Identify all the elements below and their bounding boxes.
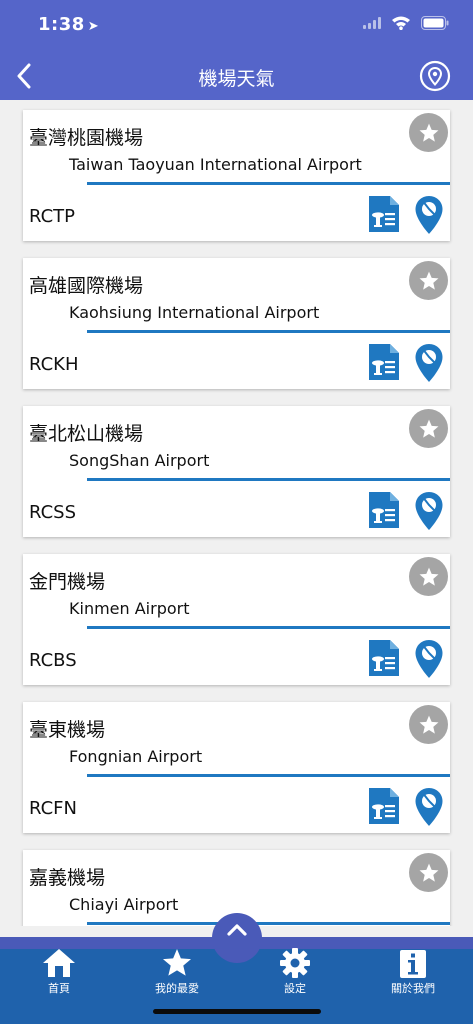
airport-english-name: Kaohsiung International Airport	[69, 303, 320, 322]
star-icon	[419, 271, 438, 290]
favorite-button[interactable]	[409, 113, 448, 152]
weather-report-button[interactable]	[368, 491, 400, 529]
status-bar: 1:38 ➤	[0, 0, 473, 50]
tab-about[interactable]: 關於我們	[363, 945, 463, 1005]
airport-code: RCTP	[29, 206, 76, 227]
weather-report-button[interactable]	[368, 787, 400, 825]
airport-code: RCSS	[29, 502, 77, 523]
airport-name: 高雄國際機場	[29, 275, 144, 297]
map-location-button[interactable]	[414, 195, 444, 235]
star-icon	[419, 419, 438, 438]
map-location-button[interactable]	[414, 787, 444, 827]
divider	[87, 626, 450, 629]
report-document-icon	[369, 492, 399, 528]
gear-icon	[279, 945, 311, 979]
location-arrow-icon: ➤	[87, 19, 100, 34]
divider	[87, 774, 450, 777]
map-location-button[interactable]	[414, 343, 444, 383]
divider	[87, 182, 450, 185]
airport-map-pin-icon	[415, 640, 443, 678]
tab-label: 關於我們	[391, 982, 435, 995]
cellular-signal-icon	[363, 16, 381, 29]
tab-home[interactable]: 首頁	[9, 945, 109, 1005]
favorite-button[interactable]	[409, 557, 448, 596]
home-indicator	[153, 1009, 321, 1014]
weather-report-button[interactable]	[368, 343, 400, 381]
airport-map-pin-icon	[415, 196, 443, 234]
tab-favorites[interactable]: 我的最愛	[127, 945, 227, 1005]
favorite-button[interactable]	[409, 409, 448, 448]
airport-english-name: Chiayi Airport	[69, 895, 179, 914]
weather-report-button[interactable]	[368, 639, 400, 677]
star-icon	[419, 715, 438, 734]
location-pin-icon	[419, 60, 451, 92]
app-header: 1:38 ➤ 機場天氣	[0, 0, 473, 100]
page-title: 機場天氣	[198, 68, 275, 90]
airport-code: RCBS	[29, 650, 77, 671]
report-document-icon	[369, 640, 399, 676]
favorite-button[interactable]	[409, 705, 448, 744]
status-time-text: 1:38	[38, 14, 85, 35]
airport-name: 嘉義機場	[29, 867, 106, 889]
divider	[87, 478, 450, 481]
tab-label: 我的最愛	[155, 982, 199, 995]
star-icon	[419, 123, 438, 142]
airport-english-name: Taiwan Taoyuan International Airport	[69, 155, 362, 174]
airport-card[interactable]: 臺東機場 Fongnian Airport RCFN	[23, 702, 450, 833]
report-document-icon	[369, 344, 399, 380]
tab-label: 設定	[284, 982, 306, 995]
nav-bar: 機場天氣	[0, 52, 473, 100]
expand-up-button[interactable]	[212, 913, 262, 963]
airport-name: 臺北松山機場	[29, 423, 144, 445]
weather-report-button[interactable]	[368, 195, 400, 233]
wifi-icon	[391, 15, 411, 30]
status-indicators	[363, 15, 449, 30]
star-icon	[419, 863, 438, 882]
tab-label: 首頁	[48, 982, 70, 995]
airport-card[interactable]: 臺灣桃園機場 Taiwan Taoyuan International Airp…	[23, 110, 450, 241]
airport-card[interactable]: 金門機場 Kinmen Airport RCBS	[23, 554, 450, 685]
battery-icon	[421, 15, 449, 30]
airport-card[interactable]: 臺北松山機場 SongShan Airport RCSS	[23, 406, 450, 537]
divider	[87, 922, 450, 925]
status-time: 1:38 ➤	[38, 14, 99, 35]
map-location-button[interactable]	[414, 491, 444, 531]
chevron-up-icon	[227, 924, 247, 936]
airport-list: 臺灣桃園機場 Taiwan Taoyuan International Airp…	[0, 100, 473, 926]
report-document-icon	[369, 788, 399, 824]
airport-english-name: SongShan Airport	[69, 451, 210, 470]
airport-map-pin-icon	[415, 788, 443, 826]
star-icon	[419, 567, 438, 586]
favorite-button[interactable]	[409, 261, 448, 300]
airport-code: RCFN	[29, 798, 77, 819]
tab-settings[interactable]: 設定	[245, 945, 345, 1005]
airport-code: RCKH	[29, 354, 79, 375]
airport-map-pin-icon	[415, 492, 443, 530]
home-icon	[42, 945, 76, 979]
airport-map-pin-icon	[415, 344, 443, 382]
airport-name: 臺東機場	[29, 719, 106, 741]
info-icon	[397, 945, 429, 979]
map-location-button[interactable]	[414, 639, 444, 679]
airport-card[interactable]: 高雄國際機場 Kaohsiung International Airport R…	[23, 258, 450, 389]
airport-english-name: Kinmen Airport	[69, 599, 190, 618]
airport-name: 臺灣桃園機場	[29, 127, 144, 149]
airport-name: 金門機場	[29, 571, 106, 593]
report-document-icon	[369, 196, 399, 232]
divider	[87, 330, 450, 333]
star-icon	[160, 945, 194, 979]
nearby-airport-button[interactable]	[419, 60, 451, 92]
favorite-button[interactable]	[409, 853, 448, 892]
airport-english-name: Fongnian Airport	[69, 747, 203, 766]
